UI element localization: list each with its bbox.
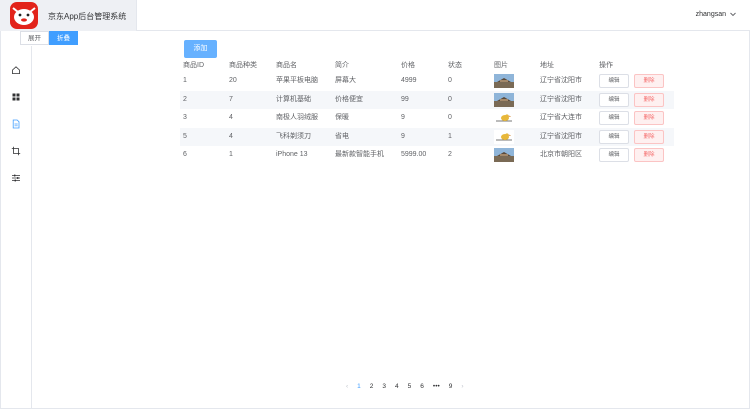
edit-button[interactable]: 编辑 bbox=[599, 129, 629, 144]
cell-intro: 屏幕大 bbox=[335, 77, 356, 84]
cell-intro: 省电 bbox=[335, 132, 349, 140]
page-9[interactable]: 9 bbox=[449, 383, 453, 390]
prev-page-button[interactable]: ‹ bbox=[346, 383, 348, 390]
cell-status: 2 bbox=[448, 151, 452, 158]
cell-category: 7 bbox=[229, 95, 233, 103]
table-header: 商品ID 商品种类 商品名 简介 价格 状态 图片 地址 操作 bbox=[180, 59, 674, 72]
collapse-button[interactable]: 折叠 bbox=[49, 31, 78, 45]
page-6[interactable]: 6 bbox=[420, 383, 424, 390]
cell-address: 辽宁省沈阳市 bbox=[540, 77, 582, 84]
product-image bbox=[494, 111, 514, 125]
cell-category: 4 bbox=[229, 114, 233, 121]
header-image: 图片 bbox=[494, 62, 508, 69]
delete-button[interactable]: 删除 bbox=[634, 148, 664, 162]
page-2[interactable]: 2 bbox=[370, 383, 374, 390]
app-title: 京东App后台管理系统 bbox=[48, 12, 127, 21]
header-address: 地址 bbox=[540, 62, 554, 69]
product-image bbox=[494, 148, 514, 162]
cell-status: 1 bbox=[448, 132, 452, 140]
cell-id: 1 bbox=[183, 77, 187, 84]
page-4[interactable]: 4 bbox=[395, 383, 399, 390]
cell-category: 1 bbox=[229, 151, 233, 158]
sliders-icon[interactable] bbox=[11, 173, 21, 183]
document-icon[interactable] bbox=[11, 119, 21, 129]
cell-intro: 保暖 bbox=[335, 114, 349, 121]
cell-price: 9 bbox=[401, 132, 405, 140]
cell-address: 辽宁省沈阳市 bbox=[540, 132, 582, 140]
cell-status: 0 bbox=[448, 95, 452, 103]
page-ellipsis[interactable]: ••• bbox=[433, 383, 440, 390]
delete-button[interactable]: 删除 bbox=[634, 111, 664, 125]
product-image bbox=[494, 74, 514, 88]
table-row: 5 4 飞科剃须刀 省电 9 1 辽宁省沈阳市 编辑 删除 bbox=[180, 127, 674, 146]
top-header: 京东App后台管理系统 zhangsan bbox=[0, 0, 750, 31]
expand-button[interactable]: 展开 bbox=[20, 31, 49, 45]
edit-button[interactable]: 编辑 bbox=[599, 92, 629, 107]
page-5[interactable]: 5 bbox=[408, 383, 412, 390]
cell-name: 计算机基础 bbox=[276, 95, 311, 103]
collapse-toggle-group: 展开 折叠 bbox=[20, 31, 78, 45]
product-image bbox=[494, 129, 514, 144]
cell-address: 辽宁省大连市 bbox=[540, 114, 582, 121]
header-category: 商品种类 bbox=[229, 62, 257, 69]
brand-area: 京东App后台管理系统 bbox=[0, 0, 137, 31]
cell-status: 0 bbox=[448, 114, 452, 121]
cell-name: iPhone 13 bbox=[276, 151, 308, 158]
edit-button[interactable]: 编辑 bbox=[599, 148, 629, 162]
header-price: 价格 bbox=[401, 62, 415, 69]
cell-price: 5999.00 bbox=[401, 151, 427, 158]
header-id: 商品ID bbox=[183, 62, 204, 69]
pagination: ‹ 1 2 3 4 5 6 ••• 9 › bbox=[346, 380, 473, 392]
table-row: 3 4 南极人羽绒服 保暖 9 0 辽宁省大连市 编辑 删除 bbox=[180, 109, 674, 128]
table-row: 6 1 iPhone 13 最新款智能手机 5999.00 2 北京市朝阳区 编辑 删除 bbox=[180, 146, 674, 165]
cell-address: 北京市朝阳区 bbox=[540, 151, 582, 158]
grid-icon[interactable] bbox=[11, 92, 21, 102]
delete-button[interactable]: 删除 bbox=[634, 92, 664, 107]
delete-button[interactable]: 删除 bbox=[634, 74, 664, 88]
user-menu[interactable]: zhangsan bbox=[696, 11, 726, 18]
cell-intro: 最新款智能手机 bbox=[335, 151, 384, 158]
page-3[interactable]: 3 bbox=[382, 383, 386, 390]
header-name: 商品名 bbox=[276, 62, 297, 69]
mascot-logo-icon bbox=[10, 2, 38, 29]
cell-intro: 价格便宜 bbox=[335, 95, 363, 103]
cell-id: 6 bbox=[183, 151, 187, 158]
cell-name: 苹果平板电脑 bbox=[276, 77, 318, 84]
cell-price: 9 bbox=[401, 114, 405, 121]
sidebar bbox=[0, 46, 32, 409]
cell-address: 辽宁省沈阳市 bbox=[540, 95, 582, 103]
cell-id: 3 bbox=[183, 114, 187, 121]
cell-price: 99 bbox=[401, 95, 409, 103]
add-button[interactable]: 添加 bbox=[184, 40, 217, 58]
home-icon[interactable] bbox=[11, 65, 21, 75]
cell-id: 2 bbox=[183, 95, 187, 103]
chevron-down-icon[interactable] bbox=[729, 10, 737, 18]
header-intro: 简介 bbox=[335, 62, 349, 69]
page-1[interactable]: 1 bbox=[357, 383, 361, 390]
cell-category: 20 bbox=[229, 77, 237, 84]
crop-icon[interactable] bbox=[11, 146, 21, 156]
product-image bbox=[494, 92, 514, 107]
cell-name: 飞科剃须刀 bbox=[276, 132, 311, 140]
table-row: 2 7 计算机基础 价格便宜 99 0 辽宁省沈阳市 编辑 删除 bbox=[180, 90, 674, 109]
header-actions: 操作 bbox=[599, 62, 613, 69]
cell-price: 4999 bbox=[401, 77, 417, 84]
cell-name: 南极人羽绒服 bbox=[276, 114, 318, 121]
edit-button[interactable]: 编辑 bbox=[599, 111, 629, 125]
table-row: 1 20 苹果平板电脑 屏幕大 4999 0 辽宁省沈阳市 编辑 删除 bbox=[180, 72, 674, 91]
cell-category: 4 bbox=[229, 132, 233, 140]
next-page-button[interactable]: › bbox=[461, 383, 463, 390]
delete-button[interactable]: 删除 bbox=[634, 129, 664, 144]
cell-id: 5 bbox=[183, 132, 187, 140]
edit-button[interactable]: 编辑 bbox=[599, 74, 629, 88]
cell-status: 0 bbox=[448, 77, 452, 84]
product-table: 商品ID 商品种类 商品名 简介 价格 状态 图片 地址 操作 1 20 苹果平板电… bbox=[180, 59, 674, 165]
header-status: 状态 bbox=[448, 62, 462, 69]
